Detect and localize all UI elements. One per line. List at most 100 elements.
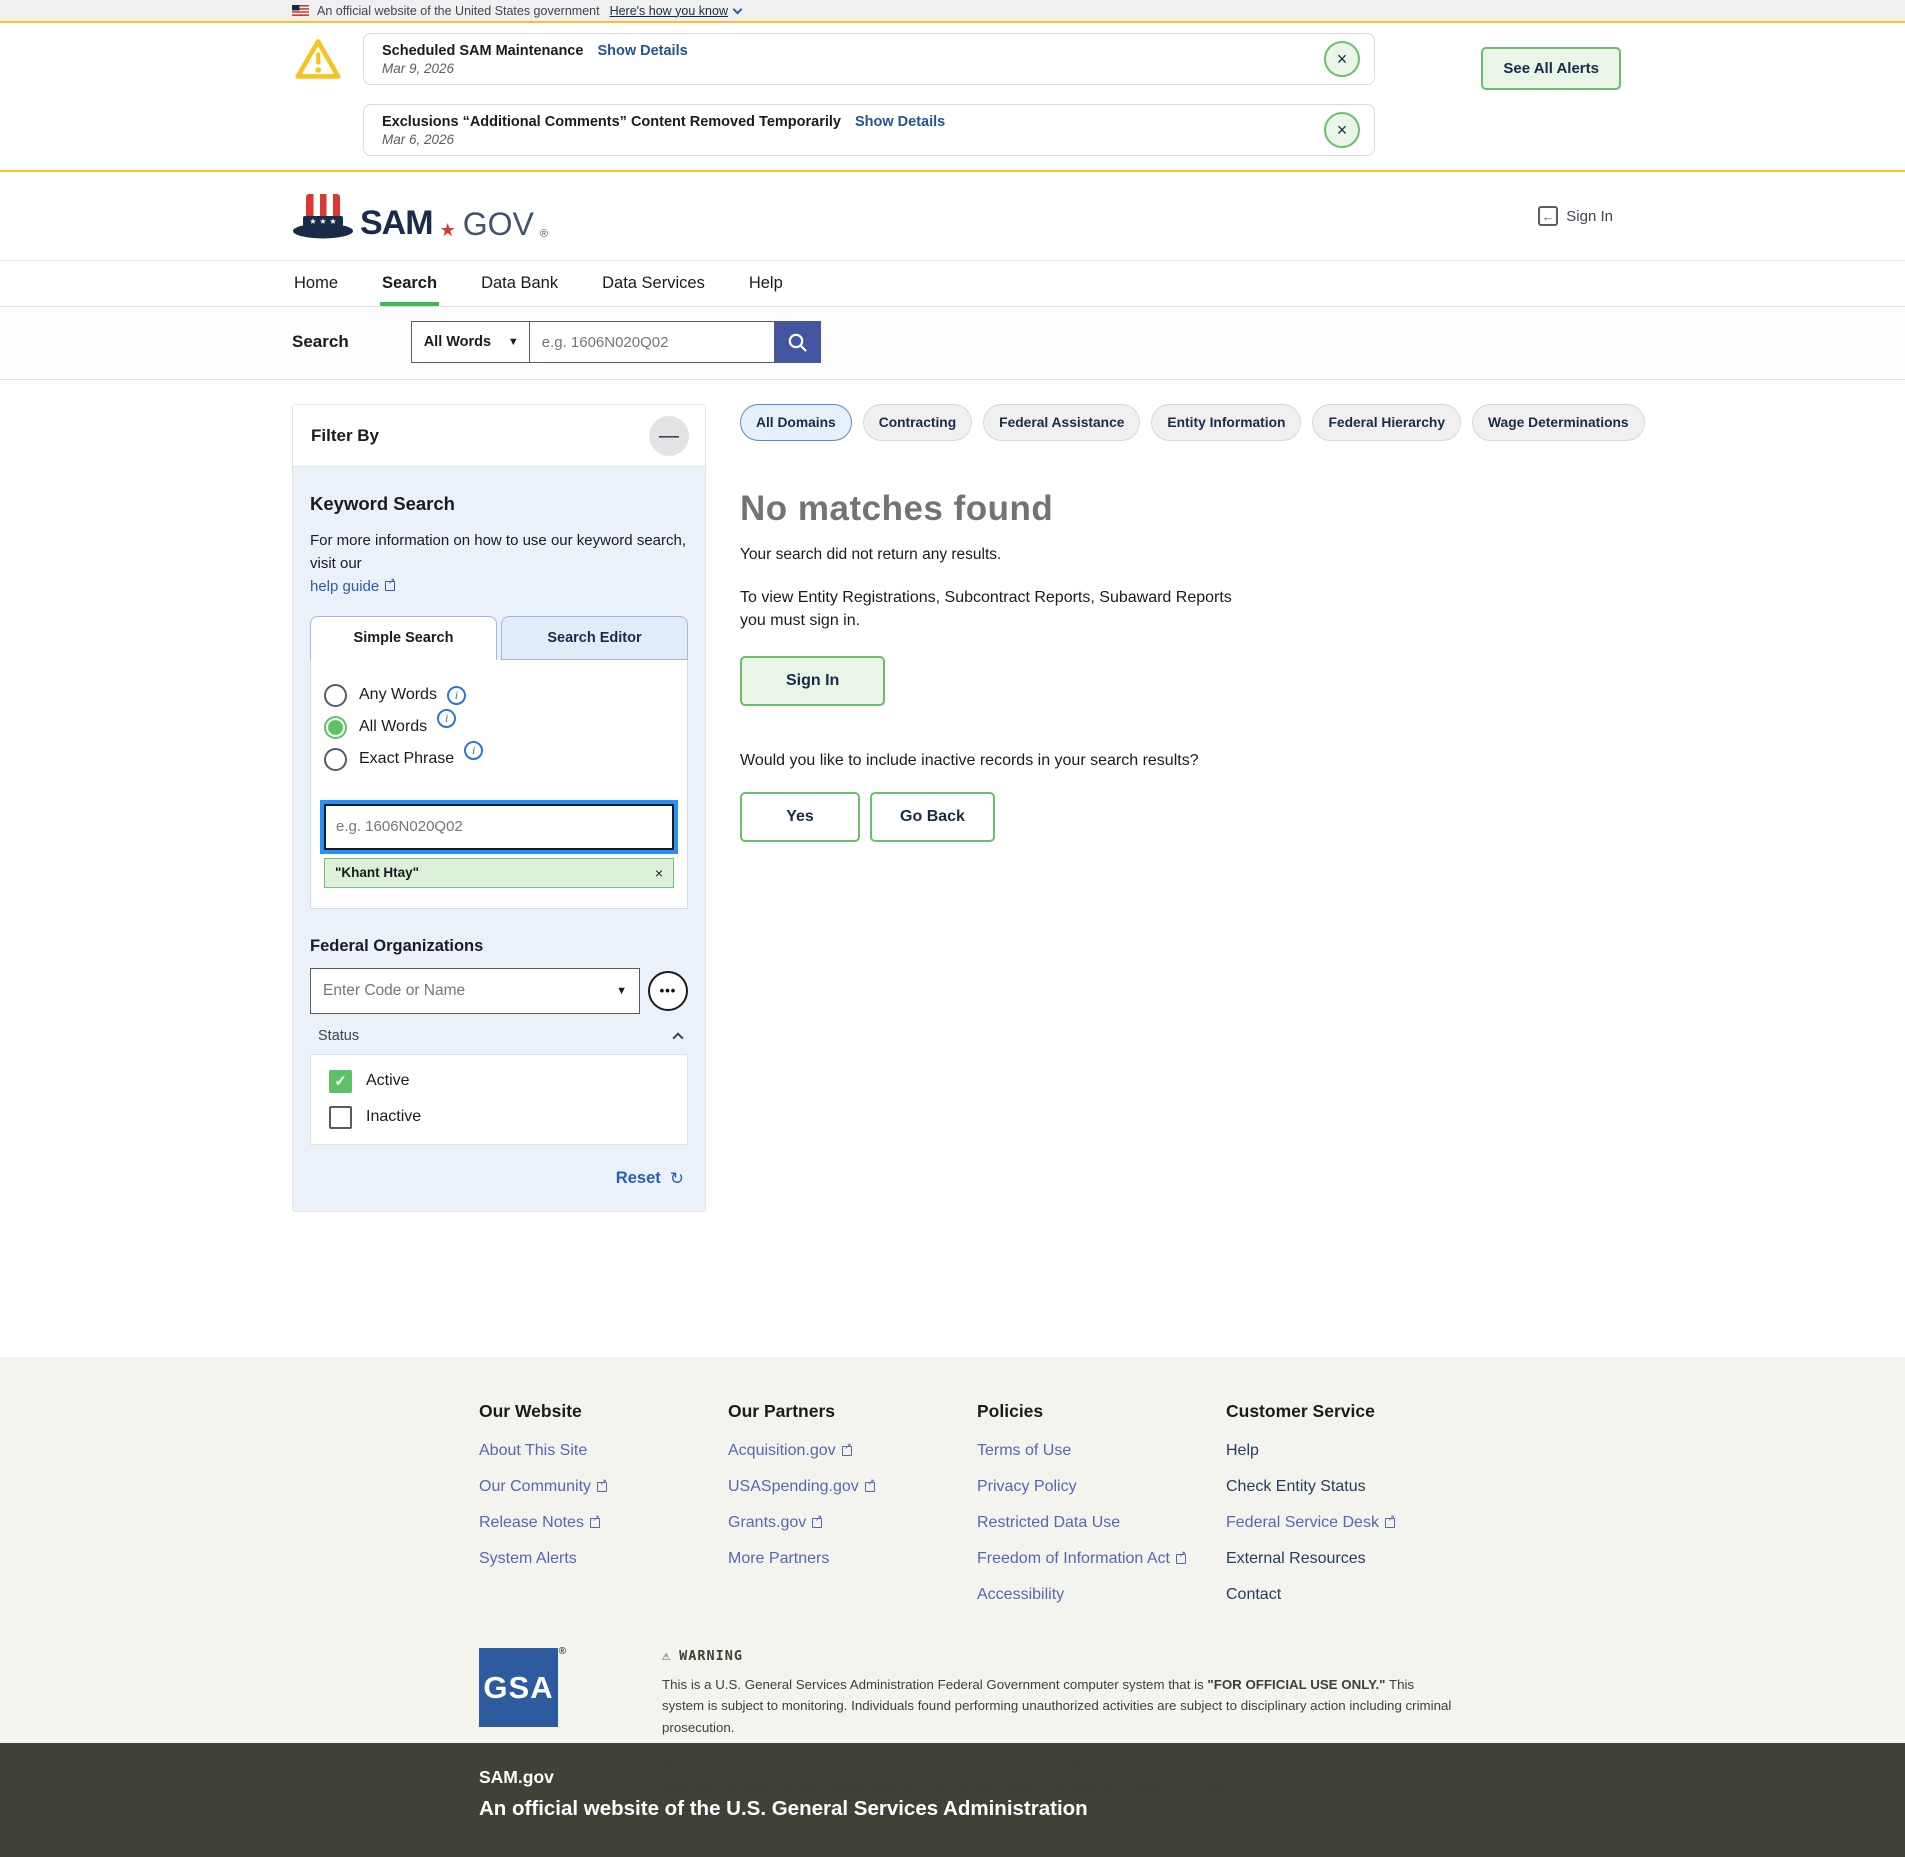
footer-link-contact[interactable]: Contact	[1226, 1586, 1475, 1604]
nav-item-data-services[interactable]: Data Services	[600, 261, 707, 306]
warning-paragraph-1: This is a U.S. General Services Administ…	[662, 1677, 1452, 1735]
us-flag-icon	[292, 5, 309, 16]
warning-block: ⚠ WARNING This is a U.S. General Service…	[662, 1648, 1452, 1798]
info-icon[interactable]: i	[464, 740, 484, 760]
radio-exact-phrase[interactable]: Exact Phrase i	[324, 740, 674, 771]
site-header: ★ ★ ★ SAM ★ GOV ® ← Sign In	[0, 172, 1905, 260]
footer-link-more-partners[interactable]: More Partners	[728, 1550, 977, 1568]
main-nav: Home Search Data Bank Data Services Help	[0, 260, 1905, 306]
search-input[interactable]	[528, 321, 775, 363]
heres-how-link[interactable]: Here's how you know	[610, 4, 743, 18]
keyword-search-heading: Keyword Search	[310, 493, 455, 514]
nav-item-search[interactable]: Search	[380, 261, 440, 306]
footer-link-foia[interactable]: Freedom of Information Act ↗	[977, 1550, 1226, 1568]
sam-gov-logo[interactable]: ★ ★ ★ SAM ★ GOV ®	[292, 193, 548, 240]
tab-simple-search[interactable]: Simple Search	[310, 615, 497, 660]
banner-text: An official website of the United States…	[317, 3, 600, 18]
show-details-link[interactable]: Show Details	[597, 43, 687, 59]
footer-heading: Policies	[977, 1401, 1044, 1421]
checkbox-active[interactable]: ✓ Active	[329, 1069, 687, 1093]
radio-button[interactable]	[324, 683, 347, 707]
more-options-icon[interactable]: •••	[648, 970, 688, 1011]
filter-panel: Filter By — Keyword Search For more info…	[292, 404, 706, 1212]
go-back-button[interactable]: Go Back	[870, 792, 995, 843]
nav-item-data-bank[interactable]: Data Bank	[479, 261, 560, 306]
no-results-text: Your search did not return any results.	[740, 546, 1002, 563]
chevron-up-icon[interactable]	[672, 1031, 684, 1044]
footer-link-our-community[interactable]: Our Community ↗	[479, 1478, 728, 1496]
domain-tabs: All Domains Contracting Federal Assistan…	[740, 404, 1645, 441]
see-all-alerts-button[interactable]: See All Alerts	[1481, 47, 1621, 90]
sign-in-link[interactable]: ← Sign In	[1538, 206, 1613, 226]
footer-heading: Our Website	[479, 1401, 582, 1421]
help-guide-link[interactable]: help guide ↗	[310, 577, 396, 595]
keyword-input[interactable]	[320, 799, 678, 854]
footer-link-federal-service-desk[interactable]: Federal Service Desk ↗	[1226, 1514, 1475, 1532]
footer-link-restricted-data-use[interactable]: Restricted Data Use	[977, 1514, 1226, 1532]
no-matches-heading: No matches found	[740, 489, 1054, 528]
radio-button[interactable]	[324, 747, 347, 771]
logo-star-icon: ★	[439, 219, 456, 240]
radio-button-selected[interactable]	[324, 715, 347, 739]
footer-link-acquisition-gov[interactable]: Acquisition.gov ↗	[728, 1442, 977, 1460]
checkbox-icon[interactable]	[329, 1105, 352, 1129]
alert-date: Mar 6, 2026	[382, 131, 455, 147]
search-row: Search All Words ▼	[0, 306, 1905, 380]
collapse-filter-button[interactable]: —	[649, 415, 689, 456]
tab-entity-information[interactable]: Entity Information	[1151, 404, 1302, 441]
show-details-link[interactable]: Show Details	[855, 114, 945, 130]
footer-col-our-website: Our Website About This Site Our Communit…	[479, 1401, 728, 1622]
sign-in-note: To view Entity Registrations, Subcontrac…	[740, 589, 1232, 630]
tab-search-editor[interactable]: Search Editor	[501, 615, 688, 660]
reset-icon[interactable]: ↻	[670, 1169, 684, 1189]
footer-link-external-resources[interactable]: External Resources	[1226, 1550, 1475, 1568]
footer-link-help[interactable]: Help	[1226, 1442, 1475, 1460]
footer-link-accessibility[interactable]: Accessibility	[977, 1586, 1226, 1604]
footer-link-privacy-policy[interactable]: Privacy Policy	[977, 1478, 1226, 1496]
footer-link-usaspending-gov[interactable]: USASpending.gov ↗	[728, 1478, 977, 1496]
dark-footer-subtitle: An official website of the U.S. General …	[479, 1797, 1088, 1820]
checkbox-checked-icon[interactable]: ✓	[329, 1069, 352, 1093]
footer-heading: Customer Service	[1226, 1401, 1375, 1421]
radio-any-words[interactable]: Any Words i	[324, 683, 674, 707]
sign-in-button[interactable]: Sign In	[740, 656, 886, 707]
tab-all-domains[interactable]: All Domains	[740, 404, 852, 441]
nav-item-help[interactable]: Help	[747, 261, 785, 306]
tab-contracting[interactable]: Contracting	[862, 404, 973, 441]
alert-date: Mar 9, 2026	[382, 60, 455, 76]
footer-col-policies: Policies Terms of Use Privacy Policy Res…	[977, 1401, 1226, 1622]
alert-card: Exclusions “Additional Comments” Content…	[363, 104, 1375, 156]
keyword-info-text: For more information on how to use our k…	[310, 532, 687, 573]
org-code-select[interactable]: Enter Code or Name ▼	[310, 967, 640, 1014]
uncle-sam-hat-icon: ★ ★ ★	[293, 193, 353, 238]
footer-link-terms-of-use[interactable]: Terms of Use	[977, 1442, 1226, 1460]
results-area: All Domains Contracting Federal Assistan…	[740, 404, 1645, 843]
radio-all-words[interactable]: All Words i	[324, 708, 674, 739]
footer-link-release-notes[interactable]: Release Notes ↗	[479, 1514, 728, 1532]
close-icon[interactable]: ×	[1324, 41, 1360, 77]
footer-link-about-this-site[interactable]: About This Site	[479, 1442, 728, 1460]
search-button[interactable]	[774, 321, 821, 363]
info-icon[interactable]: i	[437, 708, 457, 728]
close-icon[interactable]: ×	[1324, 112, 1360, 148]
logo-sam-text: SAM	[360, 203, 434, 242]
content: Filter By — Keyword Search For more info…	[0, 380, 1905, 1357]
footer-link-grants-gov[interactable]: Grants.gov ↗	[728, 1514, 977, 1532]
alerts-section: Scheduled SAM Maintenance Show Details M…	[0, 23, 1905, 172]
chip-remove-icon[interactable]: ×	[655, 865, 663, 881]
filter-by-title: Filter By	[311, 425, 380, 445]
nav-item-home[interactable]: Home	[292, 261, 340, 306]
tab-federal-assistance[interactable]: Federal Assistance	[983, 404, 1141, 441]
reset-link[interactable]: Reset	[616, 1169, 661, 1188]
yes-button[interactable]: Yes	[740, 792, 860, 843]
tab-federal-hierarchy[interactable]: Federal Hierarchy	[1312, 404, 1462, 441]
search-mode-select[interactable]: All Words ▼	[410, 321, 529, 363]
info-icon[interactable]: i	[446, 685, 466, 705]
footer-link-system-alerts[interactable]: System Alerts	[479, 1550, 728, 1568]
alert-title: Scheduled SAM Maintenance	[382, 42, 584, 59]
footer-link-check-entity-status[interactable]: Check Entity Status	[1226, 1478, 1475, 1496]
federal-organizations-heading: Federal Organizations	[310, 936, 484, 955]
tab-wage-determinations[interactable]: Wage Determinations	[1472, 404, 1645, 441]
gov-banner: An official website of the United States…	[0, 0, 1905, 23]
checkbox-inactive[interactable]: Inactive	[329, 1105, 687, 1129]
